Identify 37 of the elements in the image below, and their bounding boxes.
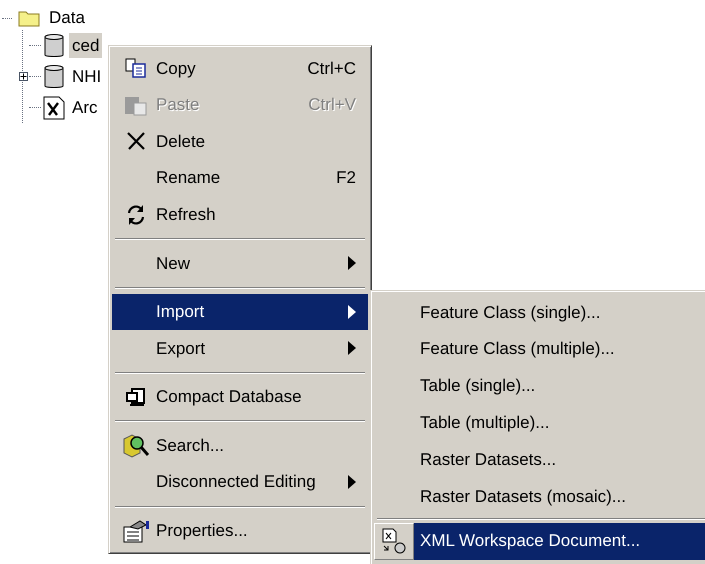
menu-item[interactable]: Table (single)... xyxy=(414,368,705,404)
menu-item[interactable]: Feature Class (multiple)... xyxy=(414,330,705,368)
document-x-icon xyxy=(43,96,65,120)
properties-icon xyxy=(122,518,150,543)
tree-item-label[interactable]: NHI xyxy=(69,64,104,90)
refresh-icon xyxy=(126,204,146,226)
menu-item[interactable]: New xyxy=(112,244,368,282)
menu-item[interactable]: Raster Datasets (mosaic)... xyxy=(414,478,705,515)
menu-item[interactable]: Import xyxy=(112,294,368,330)
menu-item[interactable]: Export xyxy=(112,330,368,367)
menu-item[interactable]: Rename F2 xyxy=(112,160,368,196)
menu-item[interactable]: Delete xyxy=(112,123,368,160)
menu-item[interactable]: Feature Class (single)... xyxy=(414,294,705,331)
menu-item[interactable]: Refresh xyxy=(112,196,368,233)
submenu-arrow-icon xyxy=(348,304,356,319)
menu-item[interactable]: Disconnected Editing xyxy=(112,464,368,501)
close-icon xyxy=(126,131,146,152)
copy-icon xyxy=(125,58,147,78)
submenu-arrow-icon xyxy=(348,475,356,490)
xml-document-icon xyxy=(381,528,407,554)
tree-item-label[interactable]: Data xyxy=(46,5,88,31)
expand-icon[interactable] xyxy=(19,72,28,81)
submenu-arrow-icon xyxy=(348,256,356,270)
submenu-arrow-icon xyxy=(348,341,356,356)
menu-item[interactable]: Table (multiple)... xyxy=(414,404,705,442)
menu-item[interactable]: XML Workspace Document... xyxy=(414,522,705,560)
menu-item[interactable]: Copy Ctrl+C xyxy=(112,50,368,87)
folder-icon xyxy=(18,9,40,27)
tree-item-label[interactable]: ced xyxy=(69,32,102,58)
menu-item[interactable]: Compact Database xyxy=(112,378,368,416)
search-icon xyxy=(122,432,150,459)
tree-item-label[interactable]: Arc xyxy=(69,94,100,120)
menu-item[interactable]: Raster Datasets... xyxy=(414,441,705,478)
database-icon xyxy=(44,64,64,90)
menu-item[interactable]: Properties... xyxy=(112,512,368,550)
menu-item[interactable]: Search... xyxy=(112,427,368,464)
database-icon xyxy=(44,32,64,58)
